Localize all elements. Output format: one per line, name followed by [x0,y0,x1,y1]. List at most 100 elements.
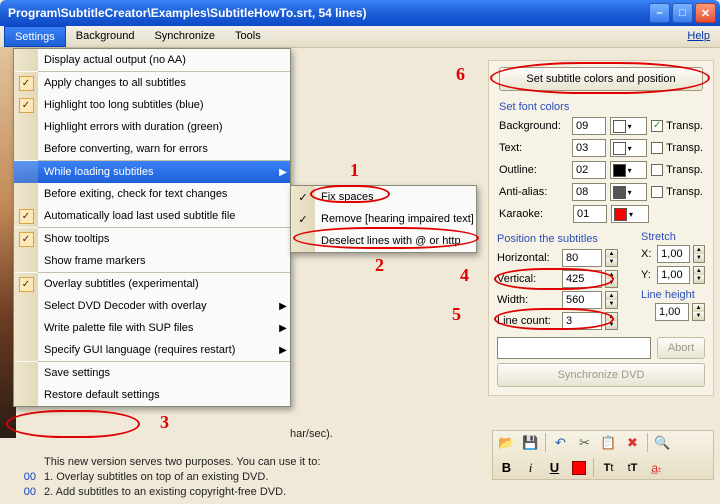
menu-item-warn-errors[interactable]: Before converting, warn for errors [14,138,290,160]
menu-item-while-loading[interactable]: While loading subtitles▶ [14,161,290,183]
spinner-icon[interactable]: ▲▼ [692,303,705,321]
menu-item-auto-load[interactable]: ✓Automatically load last used subtitle f… [14,205,290,227]
maximize-button[interactable]: □ [672,3,693,23]
window-title: Program\SubtitleCreator\Examples\Subtitl… [8,6,649,20]
pos-horz-val[interactable]: 80 [562,249,602,267]
stretch-x-val[interactable]: 1,00 [657,245,689,263]
minimize-button[interactable]: – [649,3,670,23]
menu-item-restore-default[interactable]: Restore default settings [14,384,290,406]
spinner-icon[interactable]: ▲▼ [605,291,618,309]
format-toolbar: 📂 💾 ↶ ✂ 📋 ✖ 🔍 B i U Tt tT a̲ₜ [492,430,714,480]
settings-dropdown: Display actual output (no AA) ✓Apply cha… [13,48,291,407]
paste-icon[interactable]: 📋 [599,433,618,452]
menu-item-highlight-errors[interactable]: Highlight errors with duration (green) [14,116,290,138]
text-input[interactable] [497,337,651,359]
abort-button[interactable]: Abort [657,337,705,359]
save-icon[interactable]: 💾 [521,433,540,452]
pos-vertical: Vertical:425▲▼ [497,268,633,289]
submenu-fix-spaces[interactable]: ✓Fix spaces [291,186,476,208]
menu-tools[interactable]: Tools [225,26,271,47]
spinner-icon[interactable]: ▲▼ [605,249,618,267]
loading-submenu: ✓Fix spaces ✓Remove [hearing impaired te… [290,185,477,253]
text-transp[interactable]: Transp. [651,142,703,154]
menu-item-save-settings[interactable]: Save settings [14,362,290,384]
right-panel: Set subtitle colors and position Set fon… [488,60,714,396]
aa-swatch[interactable]: ▾ [610,183,648,201]
text-num[interactable]: 03 [572,139,606,157]
check-icon: ✓ [19,232,34,247]
annotation-3: 3 [160,412,169,433]
row-karaoke: Karaoke: 01 ▾ [489,203,713,225]
color-icon[interactable] [569,458,588,477]
bg-num[interactable]: 09 [572,117,606,135]
lineheight-row: 1,00▲▼ [641,301,705,322]
italic-icon[interactable]: i [521,458,540,477]
undo-icon[interactable]: ↶ [551,433,570,452]
submenu-deselect-http[interactable]: Deselect lines with @ or http [291,230,476,252]
menu-background[interactable]: Background [66,26,145,47]
titlebar: Program\SubtitleCreator\Examples\Subtitl… [0,0,720,26]
submenu-arrow-icon: ▶ [276,167,290,178]
case-up-icon[interactable]: tT [623,458,642,477]
menu-item-tooltips[interactable]: ✓Show tooltips [14,228,290,250]
outline-num[interactable]: 02 [572,161,606,179]
menu-settings[interactable]: Settings [4,26,66,47]
menu-help[interactable]: Help [677,26,720,47]
karaoke-num[interactable]: 01 [573,205,607,223]
stretch-title: Stretch [641,231,705,243]
delete-icon[interactable]: ✖ [623,433,642,452]
pos-width-val[interactable]: 560 [562,291,602,309]
menu-item-highlight-long[interactable]: ✓Highlight too long subtitles (blue) [14,94,290,116]
stretch-x: X:1,00▲▼ [641,243,705,264]
aa-num[interactable]: 08 [572,183,606,201]
spinner-icon[interactable]: ▲▼ [605,270,618,288]
annotation-2: 2 [375,255,384,276]
menu-item-gui-lang[interactable]: Specify GUI language (requires restart)▶ [14,339,290,361]
spinner-icon[interactable]: ▲▼ [693,245,705,263]
annotation-4: 4 [460,265,469,286]
open-icon[interactable]: 📂 [497,433,516,452]
aa-transp[interactable]: Transp. [651,186,703,198]
bold-icon[interactable]: B [497,458,516,477]
pos-linecount-val[interactable]: 3 [562,312,602,330]
menu-item-apply-changes[interactable]: ✓Apply changes to all subtitles [14,72,290,94]
caps-icon[interactable]: a̲ₜ [647,458,666,477]
search-icon[interactable]: 🔍 [653,433,672,452]
annotation-5: 5 [452,304,461,325]
submenu-arrow-icon: ▶ [276,301,290,312]
row-antialias: Anti-alias: 08 ▾ Transp. [489,181,713,203]
pos-title: Position the subtitles [497,231,633,247]
lineheight-val[interactable]: 1,00 [655,303,689,321]
menu-item-write-palette[interactable]: Write palette file with SUP files▶ [14,317,290,339]
case-down-icon[interactable]: Tt [599,458,618,477]
menu-item-before-exit[interactable]: Before exiting, check for text changes [14,183,290,205]
bg-transp[interactable]: ✓Transp. [651,120,703,132]
pos-horizontal: Horizontal:80▲▼ [497,247,633,268]
underline-icon[interactable]: U [545,458,564,477]
sync-button[interactable]: Synchronize DVD [497,363,705,387]
stretch-y-val[interactable]: 1,00 [657,266,689,284]
list-item: 001. Overlay subtitles on top of an exis… [16,470,320,485]
pos-vert-val[interactable]: 425 [562,270,602,288]
outline-transp[interactable]: Transp. [651,164,703,176]
bg-swatch[interactable]: ▾ [610,117,648,135]
submenu-remove-hearing[interactable]: ✓Remove [hearing impaired text] [291,208,476,230]
outline-swatch[interactable]: ▾ [610,161,648,179]
menu-item-frame-markers[interactable]: Show frame markers [14,250,290,272]
row-outline: Outline: 02 ▾ Transp. [489,159,713,181]
menu-item-display-actual[interactable]: Display actual output (no AA) [14,49,290,71]
menu-item-overlay[interactable]: ✓Overlay subtitles (experimental) [14,273,290,295]
karaoke-swatch[interactable]: ▾ [611,205,649,223]
text-swatch[interactable]: ▾ [610,139,648,157]
menu-synchronize[interactable]: Synchronize [144,26,225,47]
set-colors-button[interactable]: Set subtitle colors and position [499,67,703,91]
spinner-icon[interactable]: ▲▼ [693,266,705,284]
cut-icon[interactable]: ✂ [575,433,594,452]
close-button[interactable]: ✕ [695,3,716,23]
stretch-y: Y:1,00▲▼ [641,264,705,285]
menu-item-select-decoder[interactable]: Select DVD Decoder with overlay▶ [14,295,290,317]
pos-linecount: Line count:3▲▼ [497,310,633,331]
list-item: 002. Add subtitles to an existing copyri… [16,485,320,500]
spinner-icon[interactable]: ▲▼ [605,312,618,330]
check-icon: ✓ [19,76,34,91]
